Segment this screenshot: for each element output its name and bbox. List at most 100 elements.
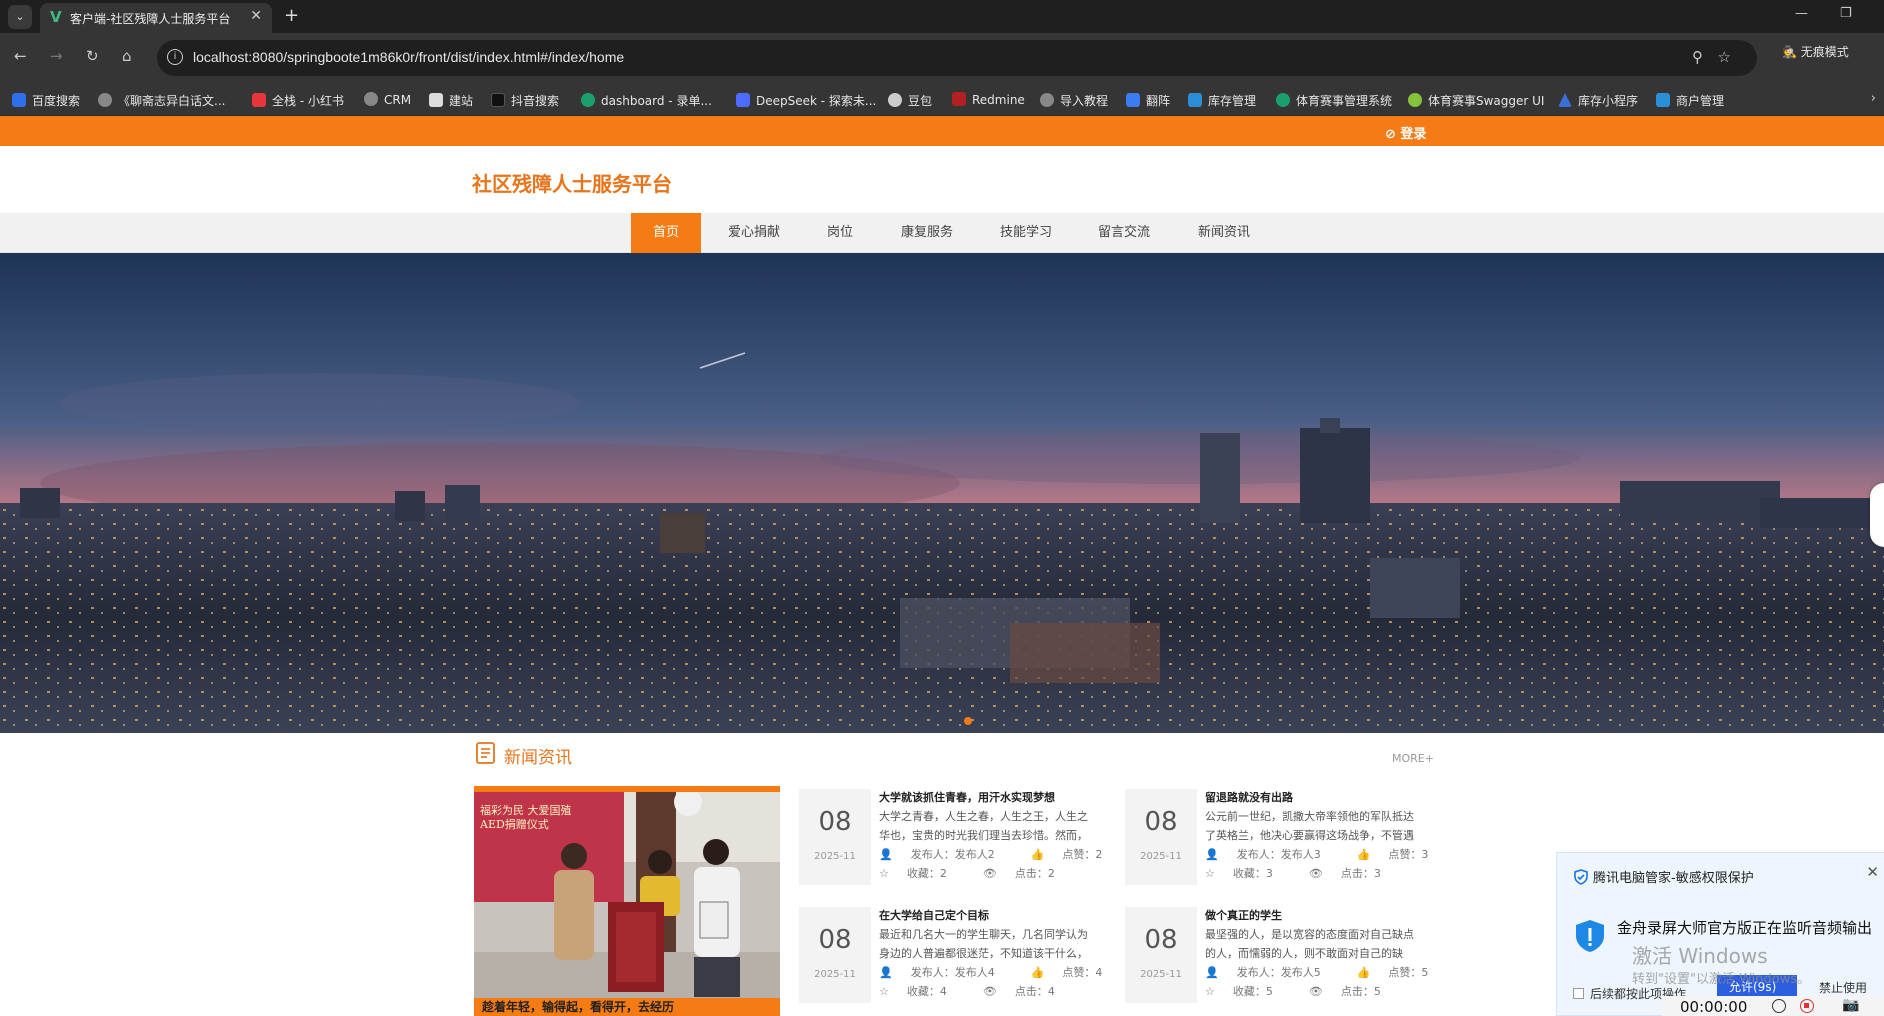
url-text[interactable]: localhost:8080/springboote1m86k0r/front/… (193, 49, 624, 65)
eye-icon: 👁 (982, 985, 997, 998)
bookmark-star-icon[interactable]: ☆ (1718, 48, 1731, 66)
bookmark-item[interactable]: 体育赛事管理系统 (1276, 92, 1392, 109)
bookmark-item[interactable]: DeepSeek - 探索未... (736, 92, 876, 109)
nav-item-messages[interactable]: 留言交流 (1084, 213, 1164, 253)
back-icon[interactable]: ← (14, 47, 27, 65)
new-tab-icon[interactable]: + (284, 5, 299, 26)
nav-item-jobs[interactable]: 岗位 (806, 213, 874, 253)
zoom-icon[interactable]: ⚲ (1692, 48, 1703, 66)
bookmark-item[interactable]: 建站 (429, 92, 473, 109)
home-icon[interactable]: ⌂ (122, 47, 132, 65)
news-meta-row: 👤 发布人：发布人3 👍 点赞：3 (1205, 846, 1464, 862)
news-section-title: 新闻资讯 (504, 748, 572, 768)
bookmark-item[interactable]: 豆包 (888, 92, 932, 109)
eye-icon: 👁 (982, 867, 997, 880)
login-link[interactable]: ⊘ 登录 (1385, 123, 1426, 142)
bookmark-item[interactable]: 库存管理 (1188, 92, 1256, 109)
floating-side-widget[interactable] (1870, 483, 1884, 547)
user-icon: 👤 (879, 848, 893, 861)
forward-icon[interactable]: → (50, 47, 63, 65)
bookmark-item[interactable]: 商户管理 (1656, 92, 1724, 109)
news-clicks: 点击：5 (1340, 985, 1381, 998)
bookmark-favicon-icon (252, 93, 266, 107)
photo-banner-text: 福彩为民 大爱国殖 AED捐赠仪式 (480, 804, 572, 831)
news-title[interactable]: 在大学给自己定个目标 (879, 907, 989, 923)
popup-title: 腾讯电脑管家-敏感权限保护 (1593, 871, 1754, 886)
news-summary: 最近和几名大一的学生聊天，几名同学认为身边的人普遍都很迷茫，不知道该干什么， (879, 928, 1088, 960)
camera-icon[interactable]: 📷 (1842, 997, 1859, 1013)
pause-icon[interactable] (1772, 999, 1786, 1013)
browser-tab-strip: ⌄ V 客户端-社区残障人士服务平台 ✕ + — ❐ (0, 0, 1884, 33)
browser-tab[interactable]: V 客户端-社区残障人士服务平台 ✕ (40, 3, 272, 33)
news-author: 发布人：发布人3 (1236, 848, 1321, 861)
likes-item: 👍 点赞：5 (1357, 966, 1447, 979)
news-summary: 最坚强的人，是以宽容的态度面对自己缺点的人，而懦弱的人，则不敢面对自己的缺 (1205, 928, 1414, 960)
vue-logo-icon: V (50, 8, 62, 26)
bookmark-favicon-icon (1656, 93, 1670, 107)
restore-icon[interactable]: ❐ (1840, 6, 1852, 21)
bookmark-item[interactable]: 抖音搜索 (491, 92, 559, 109)
thumbs-up-icon: 👍 (1030, 966, 1045, 979)
shield-icon (1574, 869, 1588, 885)
likes-item: 👍 点赞：4 (1031, 966, 1121, 979)
news-meta-row: ☆ 收藏：3 👁 点击：3 (1205, 865, 1417, 881)
carousel-dot-active[interactable] (964, 717, 972, 725)
star-icon: ☆ (879, 985, 889, 998)
omnibox[interactable]: i localhost:8080/springboote1m86k0r/fron… (157, 40, 1757, 76)
news-card[interactable]: 08 2025-11 留退路就没有出路 公元前一世纪，凯撒大帝率领他的军队抵达了… (1125, 789, 1428, 885)
nav-item-skills[interactable]: 技能学习 (986, 213, 1066, 253)
site-info-icon[interactable]: i (167, 49, 183, 65)
bookmark-item[interactable]: 全栈 - 小红书 (252, 92, 344, 109)
hero-carousel[interactable] (0, 253, 1884, 733)
bookmark-label: DeepSeek - 探索未... (756, 94, 877, 108)
login-icon: ⊘ (1385, 127, 1401, 142)
thumbs-up-icon: 👍 (1030, 848, 1045, 861)
popup-stop-button[interactable]: 禁止使用 (1819, 979, 1867, 996)
bookmark-label: 《聊斋志异白话文... (118, 94, 226, 108)
bookmark-favicon-icon (12, 93, 26, 107)
news-card[interactable]: 08 2025-11 做个真正的学生 最坚强的人，是以宽容的态度面对自己缺点的人… (1125, 907, 1428, 1003)
nav-item-news[interactable]: 新闻资讯 (1184, 213, 1264, 253)
nav-item-home[interactable]: 首页 (631, 213, 701, 253)
reload-icon[interactable]: ↻ (86, 47, 99, 65)
incognito-indicator[interactable]: 🕵 无痕模式 (1782, 43, 1849, 60)
bookmark-item[interactable]: 《聊斋志异白话文... (98, 92, 225, 109)
bookmarks-overflow-icon[interactable]: › (1871, 91, 1876, 106)
checkbox-box[interactable] (1573, 988, 1584, 999)
security-popup: 腾讯电脑管家-敏感权限保护 ✕ 金舟录屏大师官方版正在监听音频输出 后续都按此项… (1556, 852, 1884, 1016)
news-more-link[interactable]: MORE+ (1392, 752, 1434, 765)
nav-item-donation[interactable]: 爱心捐献 (714, 213, 794, 253)
featured-news-photo[interactable]: 福彩为民 大爱国殖 AED捐赠仪式 (474, 786, 780, 1016)
stop-record-icon[interactable] (1800, 999, 1814, 1013)
bookmark-favicon-icon (1040, 93, 1054, 107)
news-card[interactable]: 08 2025-11 大学就该抓住青春，用汗水实现梦想 大学之青春，人生之春，人… (799, 789, 1102, 885)
bookmark-item[interactable]: 百度搜索 (12, 92, 80, 109)
bookmark-item[interactable]: 体育赛事Swagger UI (1408, 92, 1544, 109)
top-strip: ⊘ 登录 (0, 116, 1884, 146)
tab-title: 客户端-社区残障人士服务平台 (70, 12, 231, 26)
close-tab-icon[interactable]: ✕ (250, 8, 262, 24)
nav-item-rehab[interactable]: 康复服务 (886, 213, 968, 253)
popup-close-icon[interactable]: ✕ (1866, 863, 1879, 881)
news-meta-row: ☆ 收藏：4 👁 点击：4 (879, 983, 1091, 999)
minimize-icon[interactable]: — (1795, 6, 1808, 21)
bookmark-item[interactable]: 库存小程序 (1558, 92, 1638, 109)
main-nav: 首页 爱心捐献 岗位 康复服务 技能学习 留言交流 新闻资讯 (0, 213, 1884, 253)
news-card[interactable]: 08 2025-11 在大学给自己定个目标 最近和几名大一的学生聊天，几名同学认… (799, 907, 1102, 1003)
bookmark-item[interactable]: Redmine (952, 92, 1025, 107)
bookmark-label: 导入教程 (1060, 94, 1109, 108)
bookmark-favicon-icon (1408, 93, 1422, 107)
news-title[interactable]: 做个真正的学生 (1205, 907, 1282, 923)
news-title[interactable]: 留退路就没有出路 (1205, 789, 1293, 805)
featured-news-caption[interactable]: 趁着年轻，输得起，看得开，去经历 (482, 998, 674, 1015)
star-icon: ☆ (1205, 985, 1215, 998)
bookmark-favicon-icon (581, 93, 595, 107)
news-title[interactable]: 大学就该抓住青春，用汗水实现梦想 (879, 789, 1055, 805)
news-author: 发布人：发布人5 (1236, 966, 1321, 979)
tab-search-chevron-icon[interactable]: ⌄ (8, 5, 32, 29)
bookmark-item[interactable]: CRM (364, 92, 411, 107)
bookmark-item[interactable]: dashboard - 录单... (581, 92, 712, 109)
news-meta-row: ☆ 收藏：2 👁 点击：2 (879, 865, 1091, 881)
bookmark-item[interactable]: 翻阵 (1126, 92, 1170, 109)
bookmark-item[interactable]: 导入教程 (1040, 92, 1108, 109)
